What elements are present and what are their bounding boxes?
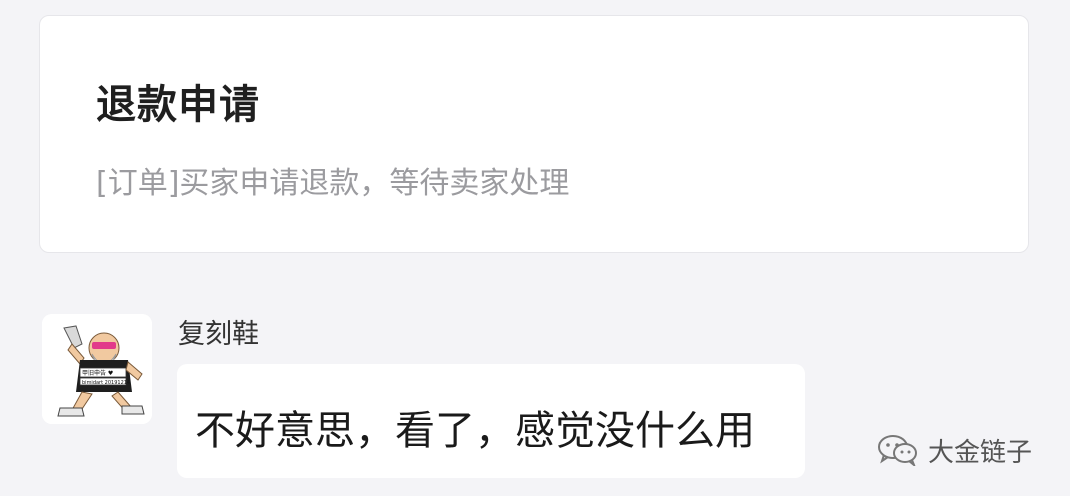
message-bubble[interactable]: 不好意思，看了，感觉没什么用 <box>177 364 805 478</box>
refund-request-card[interactable]: 退款申请 [订单]买家申请退款，等待卖家处理 <box>39 15 1029 253</box>
chat-screen: 退款申请 [订单]买家申请退款，等待卖家处理 甲旧申告 ♥ bimidart 2… <box>0 0 1070 496</box>
sender-name: 复刻鞋 <box>178 319 259 350</box>
avatar[interactable]: 甲旧申告 ♥ bimidart 20191214 <box>42 314 152 424</box>
message-text: 不好意思，看了，感觉没什么用 <box>195 408 755 454</box>
refund-card-description: [订单]买家申请退款，等待卖家处理 <box>96 166 570 201</box>
watermark: 大金链子 <box>876 430 1032 470</box>
cartoon-old-man-avatar-icon: 甲旧申告 ♥ bimidart 20191214 <box>42 314 152 424</box>
refund-card-title: 退款申请 <box>96 82 260 128</box>
avatar-badge-line1: 甲旧申告 ♥ <box>82 369 113 377</box>
avatar-badge-line2: bimidart 20191214 <box>82 380 130 386</box>
watermark-text: 大金链子 <box>928 437 1033 468</box>
wechat-logo-icon <box>878 435 917 466</box>
